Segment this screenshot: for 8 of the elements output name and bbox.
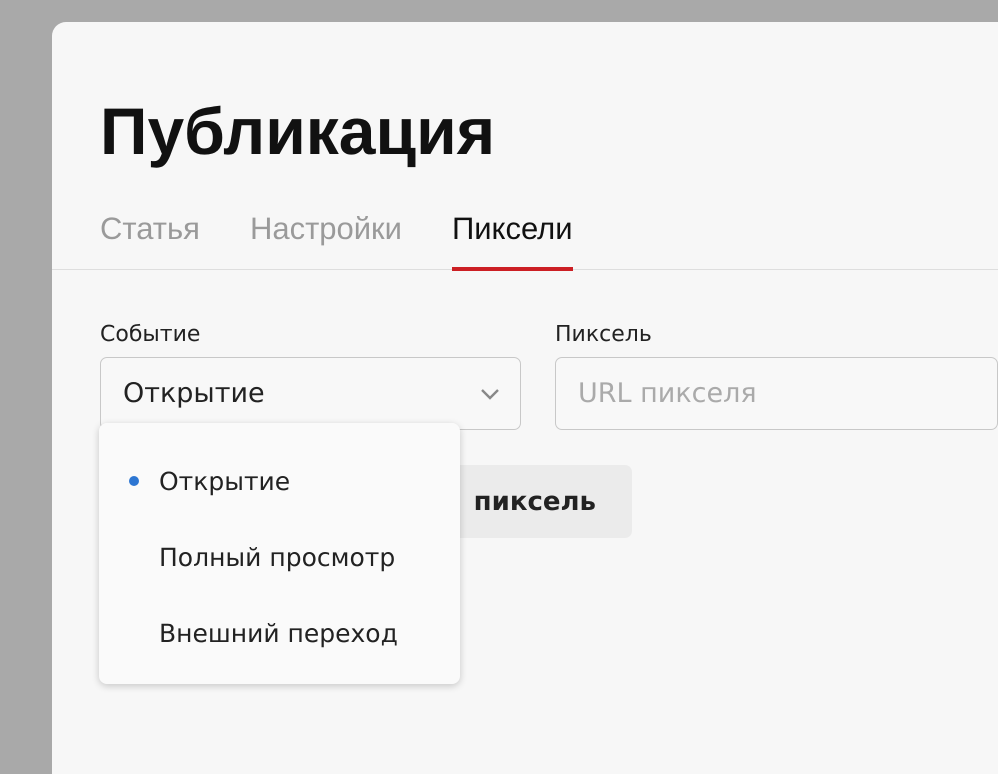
field-label: Событие xyxy=(100,322,200,347)
field-label: Пиксель xyxy=(555,322,652,347)
page-title: Публикация xyxy=(100,93,496,169)
pixel-url-field[interactable]: URL пикселя xyxy=(555,357,998,430)
tab[interactable]: Пиксели xyxy=(452,205,573,271)
menu-option[interactable]: Внешний переход xyxy=(99,595,460,671)
chevron-down-icon xyxy=(480,388,500,400)
event-select[interactable]: Открытие xyxy=(100,357,521,430)
